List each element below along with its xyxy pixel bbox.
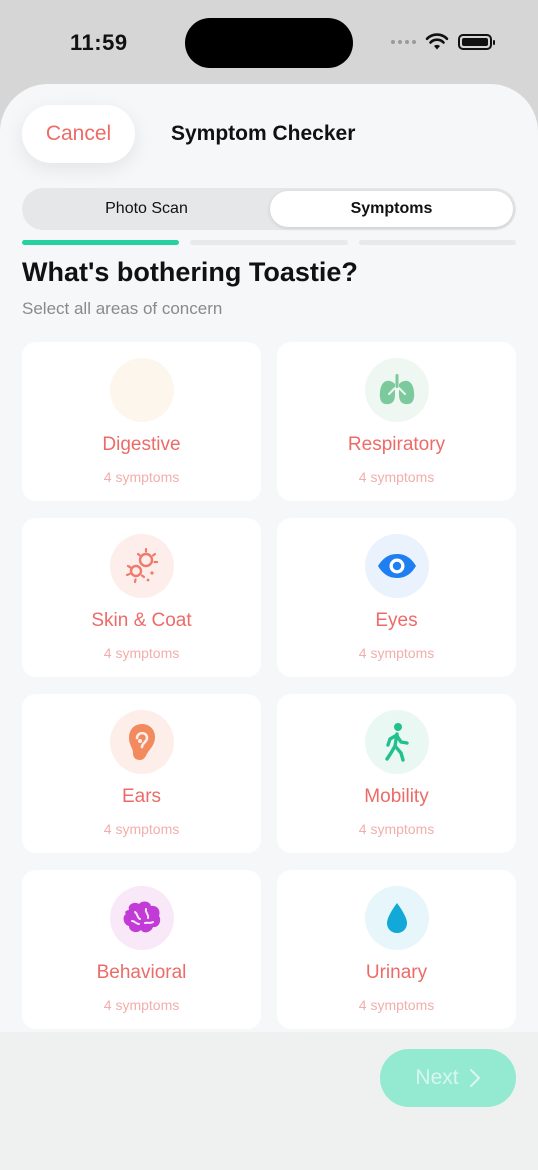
category-card-behavioral[interactable]: Behavioral 4 symptoms bbox=[22, 870, 261, 1029]
symptom-checker-sheet: Cancel Symptom Checker Photo Scan Sympto… bbox=[0, 84, 538, 1170]
mode-segmented-control: Photo Scan Symptoms bbox=[22, 188, 516, 230]
category-card-skin-coat[interactable]: Skin & Coat 4 symptoms bbox=[22, 518, 261, 677]
category-card-eyes[interactable]: Eyes 4 symptoms bbox=[277, 518, 516, 677]
category-name: Digestive bbox=[102, 434, 181, 455]
category-count: 4 symptoms bbox=[103, 997, 180, 1013]
question-heading: What's bothering Toastie? bbox=[22, 257, 358, 287]
category-count: 4 symptoms bbox=[103, 645, 180, 661]
category-name: Ears bbox=[121, 786, 162, 807]
walking-icon bbox=[365, 710, 429, 774]
category-count: 4 symptoms bbox=[358, 645, 435, 661]
next-button[interactable]: Next bbox=[380, 1049, 516, 1107]
ear-icon bbox=[110, 710, 174, 774]
lungs-icon bbox=[365, 358, 429, 422]
category-card-ears[interactable]: Ears 4 symptoms bbox=[22, 694, 261, 853]
question-subheading: Select all areas of concern bbox=[22, 299, 223, 318]
category-name: Skin & Coat bbox=[91, 610, 192, 631]
progress-step-1 bbox=[22, 240, 180, 245]
category-count: 4 symptoms bbox=[103, 469, 180, 485]
signal-icon bbox=[391, 40, 416, 44]
battery-icon bbox=[458, 34, 495, 50]
status-time: 11:59 bbox=[70, 30, 128, 55]
progress-step-2 bbox=[190, 240, 348, 245]
chevron-right-icon bbox=[469, 1068, 480, 1088]
eye-icon bbox=[365, 534, 429, 598]
step-progress bbox=[22, 240, 516, 245]
category-grid: Digestive 4 symptoms Respiratory 4 sympt… bbox=[22, 342, 516, 1029]
next-label: Next bbox=[415, 1066, 459, 1089]
brain-icon bbox=[110, 886, 174, 950]
category-card-respiratory[interactable]: Respiratory 4 symptoms bbox=[277, 342, 516, 501]
category-count: 4 symptoms bbox=[103, 821, 180, 837]
cancel-button[interactable]: Cancel bbox=[22, 105, 135, 163]
progress-step-3 bbox=[358, 240, 516, 245]
category-name: Behavioral bbox=[96, 962, 187, 983]
page-title: Symptom Checker bbox=[171, 122, 356, 145]
wifi-icon bbox=[425, 33, 449, 50]
tab-photo-scan[interactable]: Photo Scan bbox=[25, 191, 268, 227]
category-name: Urinary bbox=[365, 962, 428, 983]
category-card-urinary[interactable]: Urinary 4 symptoms bbox=[277, 870, 516, 1029]
droplet-icon bbox=[365, 886, 429, 950]
status-icons bbox=[391, 33, 495, 51]
digestive-icon bbox=[110, 358, 174, 422]
status-bar: 11:59 bbox=[0, 0, 538, 86]
category-count: 4 symptoms bbox=[358, 821, 435, 837]
tab-symptoms[interactable]: Symptoms bbox=[270, 191, 513, 227]
category-count: 4 symptoms bbox=[358, 469, 435, 485]
category-name: Eyes bbox=[375, 610, 418, 631]
category-card-mobility[interactable]: Mobility 4 symptoms bbox=[277, 694, 516, 853]
category-card-digestive[interactable]: Digestive 4 symptoms bbox=[22, 342, 261, 501]
bacteria-icon bbox=[110, 534, 174, 598]
category-name: Mobility bbox=[364, 786, 429, 807]
dynamic-island bbox=[185, 18, 353, 68]
category-name: Respiratory bbox=[347, 434, 446, 455]
category-count: 4 symptoms bbox=[358, 997, 435, 1013]
